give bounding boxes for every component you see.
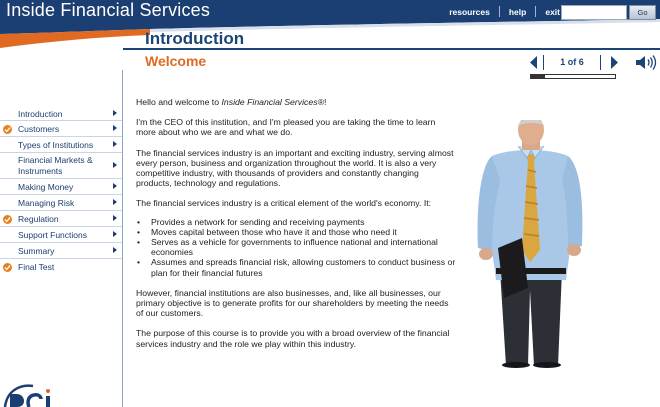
paragraph: The financial services industry is an im… bbox=[136, 147, 454, 189]
exit-link[interactable]: exit bbox=[545, 7, 560, 17]
section-title: Introduction bbox=[145, 29, 245, 48]
page-title: Welcome bbox=[145, 53, 207, 69]
sidebar-item-label: Managing Risk bbox=[18, 198, 75, 208]
sidebar-item-introduction[interactable]: Introduction bbox=[0, 107, 122, 121]
sidebar-item-label: Final Test bbox=[18, 262, 55, 272]
greeting-paragraph: Hello and welcome to Inside Financial Se… bbox=[136, 97, 456, 107]
sidebar-item-types-of-institutions[interactable]: Types of Institutions bbox=[0, 137, 122, 153]
sidebar-nav: Introduction Customers Types of Institut… bbox=[0, 107, 122, 275]
check-icon bbox=[3, 263, 12, 272]
company-logo bbox=[3, 384, 50, 407]
sidebar-item-support-functions[interactable]: Support Functions bbox=[0, 227, 122, 243]
help-link[interactable]: help bbox=[509, 7, 526, 17]
search-input[interactable] bbox=[561, 5, 627, 20]
sidebar-item-label: Making Money bbox=[18, 182, 74, 192]
go-button[interactable]: Go bbox=[629, 5, 656, 20]
sidebar-item-label: Introduction bbox=[18, 109, 63, 119]
sidebar-item-label: Customers bbox=[18, 124, 60, 134]
prev-arrow-icon[interactable] bbox=[528, 55, 540, 70]
greeting-suffix: ! bbox=[323, 97, 327, 107]
paragraph: However, financial institutions are also… bbox=[136, 287, 449, 319]
sidebar-item-label: Summary bbox=[18, 246, 55, 256]
list-item: Assumes and spreads financial risk, allo… bbox=[136, 257, 456, 277]
course-name: Inside Financial Services® bbox=[221, 97, 324, 107]
sidebar-item-customers[interactable]: Customers bbox=[0, 121, 122, 137]
sidebar-item-regulation[interactable]: Regulation bbox=[0, 211, 122, 227]
page-indicator: 1 of 6 bbox=[560, 57, 584, 67]
top-links: resources help exit bbox=[449, 6, 560, 17]
lesson-content: Hello and welcome to Inside Financial Se… bbox=[136, 97, 456, 359]
greeting-text: Hello and welcome to bbox=[136, 97, 222, 107]
app-title: Inside Financial Services bbox=[6, 0, 211, 20]
divider bbox=[535, 6, 537, 17]
chevron-right-icon bbox=[113, 140, 117, 147]
next-arrow-icon[interactable] bbox=[608, 55, 620, 70]
sidebar-item-label: Types of Institutions bbox=[18, 140, 94, 150]
paragraph: The purpose of this course is to provide… bbox=[136, 328, 450, 349]
chevron-right-icon bbox=[113, 182, 117, 189]
list-item: Provides a network for sending and recei… bbox=[136, 217, 456, 227]
progress-bar bbox=[530, 74, 616, 79]
sidebar-item-label: Support Functions bbox=[18, 230, 87, 240]
sidebar-item-final-test[interactable]: Final Test bbox=[0, 259, 122, 275]
sidebar-item-label: Financial Markets & bbox=[18, 155, 93, 165]
chevron-right-icon bbox=[113, 109, 117, 116]
list-item: Moves capital between those who have it … bbox=[136, 227, 456, 237]
sidebar-item-label: Regulation bbox=[18, 214, 59, 224]
paragraph: I'm the CEO of this institution, and I'm… bbox=[136, 117, 436, 138]
sidebar-divider bbox=[122, 70, 123, 407]
divider bbox=[543, 55, 544, 70]
sidebar-item-managing-risk[interactable]: Managing Risk bbox=[0, 195, 122, 211]
divider bbox=[600, 55, 601, 70]
sidebar-item-financial-markets[interactable]: Financial Markets & Instruments bbox=[0, 153, 122, 179]
sidebar-item-making-money[interactable]: Making Money bbox=[0, 179, 122, 195]
progress-fill bbox=[531, 75, 545, 78]
list-item: Serves as a vehicle for governments to i… bbox=[136, 237, 456, 257]
chevron-right-icon bbox=[113, 246, 117, 253]
speaker-icon[interactable] bbox=[635, 54, 657, 71]
check-icon bbox=[3, 124, 12, 134]
pager: 1 of 6 bbox=[528, 54, 660, 82]
ceo-photo bbox=[477, 120, 583, 368]
chevron-right-icon bbox=[113, 214, 117, 221]
bullet-list: Provides a network for sending and recei… bbox=[136, 217, 456, 278]
check-icon bbox=[3, 214, 12, 224]
header-bar: Inside Financial Services resources help… bbox=[0, 0, 660, 50]
chevron-right-icon bbox=[113, 230, 117, 237]
divider bbox=[498, 6, 500, 17]
paragraph: The financial services industry is a cri… bbox=[136, 198, 432, 209]
chevron-right-icon bbox=[113, 124, 117, 131]
chevron-right-icon bbox=[113, 198, 117, 205]
chevron-right-icon bbox=[113, 161, 117, 168]
title-divider bbox=[123, 48, 660, 50]
sidebar-item-label-line2: Instruments bbox=[18, 166, 63, 176]
resources-link[interactable]: resources bbox=[449, 7, 490, 17]
sidebar-item-summary[interactable]: Summary bbox=[0, 243, 122, 259]
